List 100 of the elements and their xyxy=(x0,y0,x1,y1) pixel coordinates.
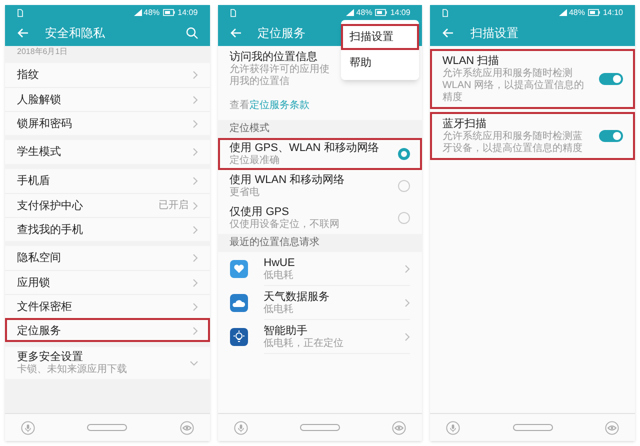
back-arrow-icon[interactable] xyxy=(17,28,29,38)
chevron-right-icon xyxy=(192,202,198,210)
home-pill[interactable] xyxy=(87,424,128,431)
row-label: 学生模式 xyxy=(17,145,62,159)
chevron-right-icon xyxy=(192,278,198,286)
app-name: HwUE xyxy=(264,256,296,270)
screen-title: 定位服务 xyxy=(258,25,306,42)
app-row[interactable]: 智能助手 低电耗，正在定位 xyxy=(218,320,422,354)
settings-row[interactable]: 定位服务 xyxy=(5,318,210,342)
row-label: WLAN 扫描 xyxy=(442,54,500,68)
battery-percent: 48% xyxy=(144,6,160,18)
row-value: 已开启 xyxy=(158,198,189,213)
sim-card-icon xyxy=(442,8,448,16)
row-subtitle: 允许系统应用和服务随时检测蓝牙设备，以提高位置信息的精度 xyxy=(442,131,584,155)
sim-card-icon xyxy=(17,8,23,16)
battery-icon xyxy=(588,9,600,16)
row-subtitle: 低电耗 xyxy=(264,304,295,316)
back-arrow-icon[interactable] xyxy=(230,28,242,38)
settings-row[interactable]: 应用锁 xyxy=(5,270,210,294)
date-text: 2018年6月1日 xyxy=(16,46,69,58)
screen-title: 扫描设置 xyxy=(470,25,518,42)
row-subtitle: 低电耗 xyxy=(264,270,295,282)
chevron-right-icon xyxy=(192,254,198,262)
chevron-right-icon xyxy=(192,226,198,234)
home-pill[interactable] xyxy=(512,424,553,431)
cloud-app-icon xyxy=(230,294,248,312)
settings-row[interactable]: 文件保密柜 xyxy=(5,294,210,318)
toggle-row[interactable]: WLAN 扫描 允许系统应用和服务随时检测 WLAN 网络，以提高位置信息的精度 xyxy=(430,49,636,109)
location-mode-row[interactable]: 使用 GPS、WLAN 和移动网络 定位最准确 xyxy=(218,138,422,170)
eye-icon[interactable] xyxy=(180,420,194,434)
row-subtitle: 卡锁、未知来源应用下载 xyxy=(17,364,128,376)
menu-item[interactable]: 扫描设置 xyxy=(341,24,420,50)
chevron-right-icon xyxy=(405,264,410,272)
settings-row[interactable]: 支付保护中心 已开启 xyxy=(5,193,210,217)
location-mode-row[interactable]: 仅使用 GPS 仅使用设备定位，不联网 xyxy=(218,202,422,234)
chevron-right-icon xyxy=(192,120,198,128)
toggle-switch[interactable] xyxy=(599,73,624,85)
status-time: 14:10 xyxy=(602,6,624,18)
row-subtitle: 允许系统应用和服务随时检测 WLAN 网络，以提高位置信息的精度 xyxy=(442,68,586,104)
microphone-icon[interactable] xyxy=(446,420,460,434)
eye-icon[interactable] xyxy=(392,420,406,434)
toggle-switch[interactable] xyxy=(599,130,624,142)
row-label: 仅使用 GPS xyxy=(230,205,290,218)
terms-text: 查看定位服务条款 xyxy=(230,100,310,111)
app-row[interactable]: 天气数据服务 低电耗 xyxy=(218,286,422,320)
chevron-right-icon xyxy=(405,332,410,340)
search-icon[interactable] xyxy=(186,27,198,39)
row-label: 使用 WLAN 和移动网络 xyxy=(230,173,346,186)
radio-button[interactable] xyxy=(398,180,410,192)
menu-item[interactable]: 帮助 xyxy=(341,50,420,76)
radio-button[interactable] xyxy=(398,148,410,160)
row-label: 使用 GPS、WLAN 和移动网络 xyxy=(230,141,380,154)
chevron-right-icon xyxy=(192,148,198,156)
status-time: 14:09 xyxy=(178,6,198,18)
microphone-icon[interactable] xyxy=(234,420,248,434)
microphone-icon[interactable] xyxy=(21,420,35,434)
row-label: 手机盾 xyxy=(17,174,51,188)
row-label: 支付保护中心 xyxy=(17,198,84,212)
row-label: 隐私空间 xyxy=(17,251,62,265)
screen-title: 安全和隐私 xyxy=(45,25,105,42)
settings-row[interactable]: 查找我的手机 xyxy=(5,217,210,241)
settings-row[interactable]: 手机盾 xyxy=(5,169,210,193)
row-label: 查找我的手机 xyxy=(17,222,84,236)
sim-card-icon xyxy=(230,8,236,16)
signal-icon xyxy=(134,9,142,16)
location-mode-row[interactable]: 使用 WLAN 和移动网络 更省电 xyxy=(218,170,422,202)
chevron-right-icon xyxy=(192,96,198,104)
settings-row[interactable]: 学生模式 xyxy=(5,140,210,164)
row-subtitle: 允许获得许可的应用使用我的位置信 xyxy=(230,64,331,88)
row-label: 锁屏和密码 xyxy=(17,116,73,130)
settings-row[interactable]: 锁屏和密码 xyxy=(5,111,210,135)
app-name: 智能助手 xyxy=(264,324,309,338)
settings-row[interactable]: 人脸解锁 xyxy=(5,87,210,111)
settings-row[interactable]: 更多安全设置 卡锁、未知来源应用下载 xyxy=(5,347,210,379)
row-subtitle: 仅使用设备定位，不联网 xyxy=(230,219,341,231)
row-label: 应用锁 xyxy=(17,276,51,290)
radio-button[interactable] xyxy=(398,212,410,224)
section-header: 最近的位置信息请求 xyxy=(228,236,321,250)
row-subtitle: 更省电 xyxy=(230,187,261,199)
row-label: 定位服务 xyxy=(17,324,62,338)
row-label: 文件保密柜 xyxy=(17,300,73,314)
row-subtitle: 低电耗，正在定位 xyxy=(264,338,345,350)
signal-icon xyxy=(558,9,567,16)
app-row[interactable]: HwUE 低电耗 xyxy=(218,252,422,286)
settings-row[interactable]: 隐私空间 xyxy=(5,246,210,270)
lightbulb-app-icon xyxy=(230,328,248,346)
eye-icon[interactable] xyxy=(605,420,619,434)
toggle-row[interactable]: 蓝牙扫描 允许系统应用和服务随时检测蓝牙设备，以提高位置信息的精度 xyxy=(430,112,636,160)
row-subtitle: 定位最准确 xyxy=(230,155,281,167)
back-arrow-icon[interactable] xyxy=(442,28,454,38)
battery-icon xyxy=(162,9,175,16)
heart-app-icon xyxy=(230,260,248,278)
settings-row[interactable]: 指纹 xyxy=(5,63,210,87)
chevron-right-icon xyxy=(192,326,198,334)
app-name: 天气数据服务 xyxy=(264,290,331,304)
signal-icon xyxy=(346,9,354,16)
row-label: 更多安全设置 xyxy=(17,350,84,364)
chevron-right-icon xyxy=(192,177,198,185)
home-pill[interactable] xyxy=(300,424,340,431)
chevron-right-icon xyxy=(192,302,198,310)
